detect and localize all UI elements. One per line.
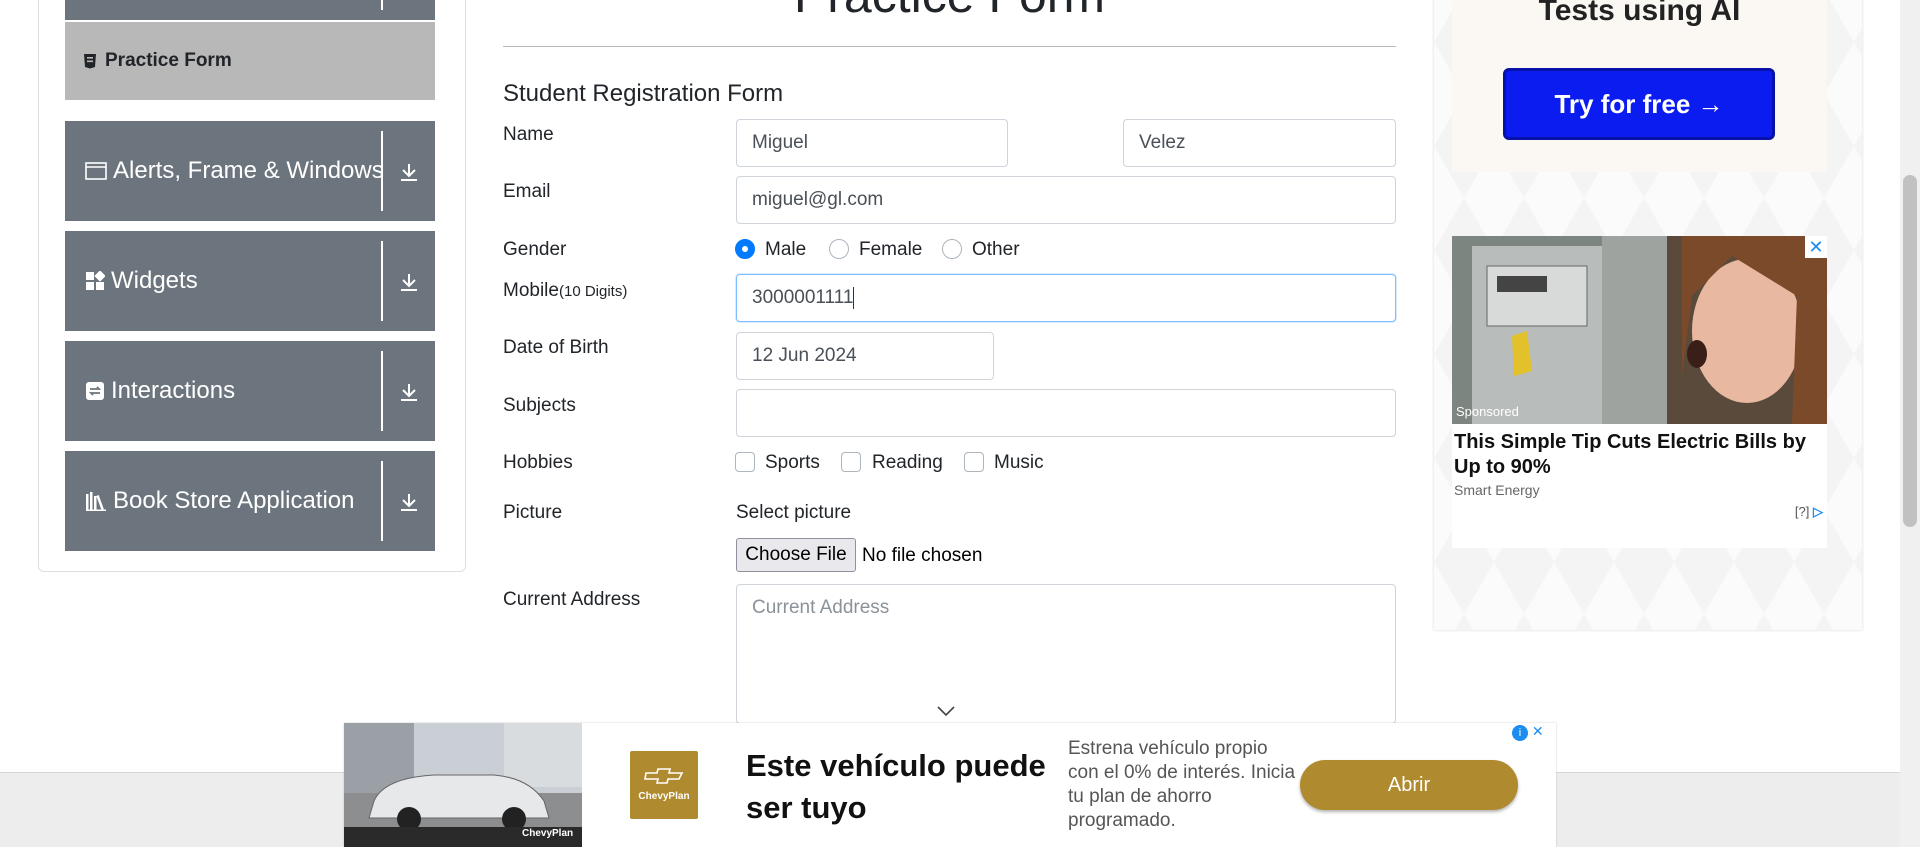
picture-label: Picture xyxy=(503,502,563,523)
gender-other-radio[interactable] xyxy=(942,239,962,259)
sidebar-divider xyxy=(381,241,383,321)
file-status: No file chosen xyxy=(862,545,983,566)
download-icon xyxy=(401,494,417,511)
gender-male-label[interactable]: Male xyxy=(765,239,806,261)
window-icon xyxy=(85,162,107,180)
books-icon xyxy=(86,492,106,511)
address-label: Current Address xyxy=(503,589,641,610)
chevrolet-bowtie-icon xyxy=(644,768,684,784)
current-address-textarea[interactable]: Current Address xyxy=(736,584,1396,724)
close-icon[interactable]: ✕ xyxy=(1805,236,1827,258)
mobile-label: Mobile(10 Digits) xyxy=(503,280,627,302)
abrir-button[interactable]: Abrir xyxy=(1300,760,1518,810)
sidebar-group-alerts[interactable]: Alerts, Frame & Windows xyxy=(65,121,435,221)
hobby-reading-label[interactable]: Reading xyxy=(872,452,943,474)
subjects-input[interactable] xyxy=(736,389,1396,437)
sidebar-item-practice-form[interactable]: Practice Form xyxy=(65,22,435,100)
sidebar-group-label: Book Store Application xyxy=(113,487,355,514)
gender-label: Gender xyxy=(503,239,567,260)
download-icon xyxy=(401,274,417,291)
subjects-label: Subjects xyxy=(503,395,576,416)
choose-file-button[interactable]: Choose File xyxy=(736,538,856,572)
hobby-sports-label[interactable]: Sports xyxy=(765,452,820,474)
dob-label: Date of Birth xyxy=(503,337,609,358)
sidebar-item-label: Practice Form xyxy=(105,50,232,71)
energy-ad-photo xyxy=(1452,236,1827,424)
energy-ad-headline[interactable]: This Simple Tip Cuts Electric Bills by U… xyxy=(1454,430,1824,480)
sidebar-group-interactions[interactable]: Interactions xyxy=(65,341,435,441)
energy-ad-image[interactable]: Sponsored xyxy=(1452,236,1827,424)
chevyplan-logo[interactable]: ChevyPlan xyxy=(630,751,698,819)
sidebar-group-label: Interactions xyxy=(111,377,236,404)
chevyplan-logo-text: ChevyPlan xyxy=(638,791,690,802)
gender-male-radio[interactable] xyxy=(735,239,755,259)
download-icon xyxy=(401,164,417,181)
select-picture-label: Select picture xyxy=(736,502,852,523)
car-ad-image[interactable]: ChevyPlan xyxy=(344,723,582,847)
energy-ad[interactable]: Sponsored ✕ This Simple Tip Cuts Electri… xyxy=(1452,236,1827,548)
car-ad-headline[interactable]: Este vehículo puede ser tuyo xyxy=(746,745,1056,829)
email-label: Email xyxy=(503,181,551,202)
ad-help-text: [?] xyxy=(1794,504,1810,519)
dob-input[interactable]: 12 Jun 2024 xyxy=(736,332,994,380)
hobby-reading-checkbox[interactable] xyxy=(841,452,861,472)
info-icon[interactable]: i xyxy=(1512,725,1528,741)
name-label: Name xyxy=(503,124,554,145)
car-ad-caption: ChevyPlan xyxy=(522,828,574,839)
mobile-input[interactable]: 3000001111 xyxy=(736,274,1396,322)
sidebar-divider xyxy=(381,0,383,10)
scrollbar-thumb[interactable] xyxy=(1903,175,1917,527)
gender-other-label[interactable]: Other xyxy=(972,239,1020,261)
bottom-ad-controls[interactable]: i ✕ xyxy=(1512,723,1550,743)
form-title: Student Registration Form xyxy=(503,80,784,107)
title-divider xyxy=(503,46,1396,47)
first-name-input[interactable]: Miguel xyxy=(736,119,1008,167)
sidebar-group-widgets[interactable]: Widgets xyxy=(65,231,435,331)
hobbies-label: Hobbies xyxy=(503,452,573,473)
mobile-value: 3000001111 xyxy=(752,287,854,308)
hobby-music-label[interactable]: Music xyxy=(994,452,1044,474)
sidebar-divider xyxy=(381,351,383,431)
download-icon xyxy=(401,384,417,401)
text-cursor xyxy=(853,286,855,309)
gender-female-radio[interactable] xyxy=(829,239,849,259)
try-for-free-button[interactable]: Try for free → xyxy=(1503,68,1775,140)
ad-help-icon[interactable]: [?] ▷ xyxy=(1795,504,1823,520)
hobby-music-checkbox[interactable] xyxy=(964,452,984,472)
page-title: Practice Form xyxy=(503,0,1396,24)
sidebar-group-forms[interactable] xyxy=(65,0,435,20)
form-icon xyxy=(84,54,96,69)
adchoices-icon: ▷ xyxy=(1813,504,1823,519)
bottom-ad-banner[interactable]: ChevyPlan ChevyPlan Este vehículo puede … xyxy=(344,723,1556,847)
ai-ad-text: Tests using AI xyxy=(1538,0,1741,27)
sidebar-group-label: Widgets xyxy=(111,267,198,294)
interactions-icon xyxy=(86,382,104,400)
sidebar-divider xyxy=(381,461,383,541)
chevron-down-icon[interactable] xyxy=(936,705,956,717)
email-input[interactable]: miguel@gl.com xyxy=(736,176,1396,224)
widgets-icon xyxy=(86,271,105,290)
mobile-hint: (10 Digits) xyxy=(558,283,628,300)
sidebar-group-bookstore[interactable]: Book Store Application xyxy=(65,451,435,551)
sidebar-divider xyxy=(381,131,383,211)
last-name-input[interactable]: Velez xyxy=(1123,119,1396,167)
sponsored-label: Sponsored xyxy=(1456,404,1519,419)
gender-female-label[interactable]: Female xyxy=(859,239,922,261)
energy-ad-brand[interactable]: Smart Energy xyxy=(1454,482,1540,498)
mobile-label-text: Mobile xyxy=(503,280,559,301)
hobby-sports-checkbox[interactable] xyxy=(735,452,755,472)
car-ad-subtext[interactable]: Estrena vehículo propio con el 0% de int… xyxy=(1068,737,1298,833)
close-icon[interactable]: ✕ xyxy=(1532,723,1544,739)
sidebar-group-label: Alerts, Frame & Windows xyxy=(113,157,384,184)
